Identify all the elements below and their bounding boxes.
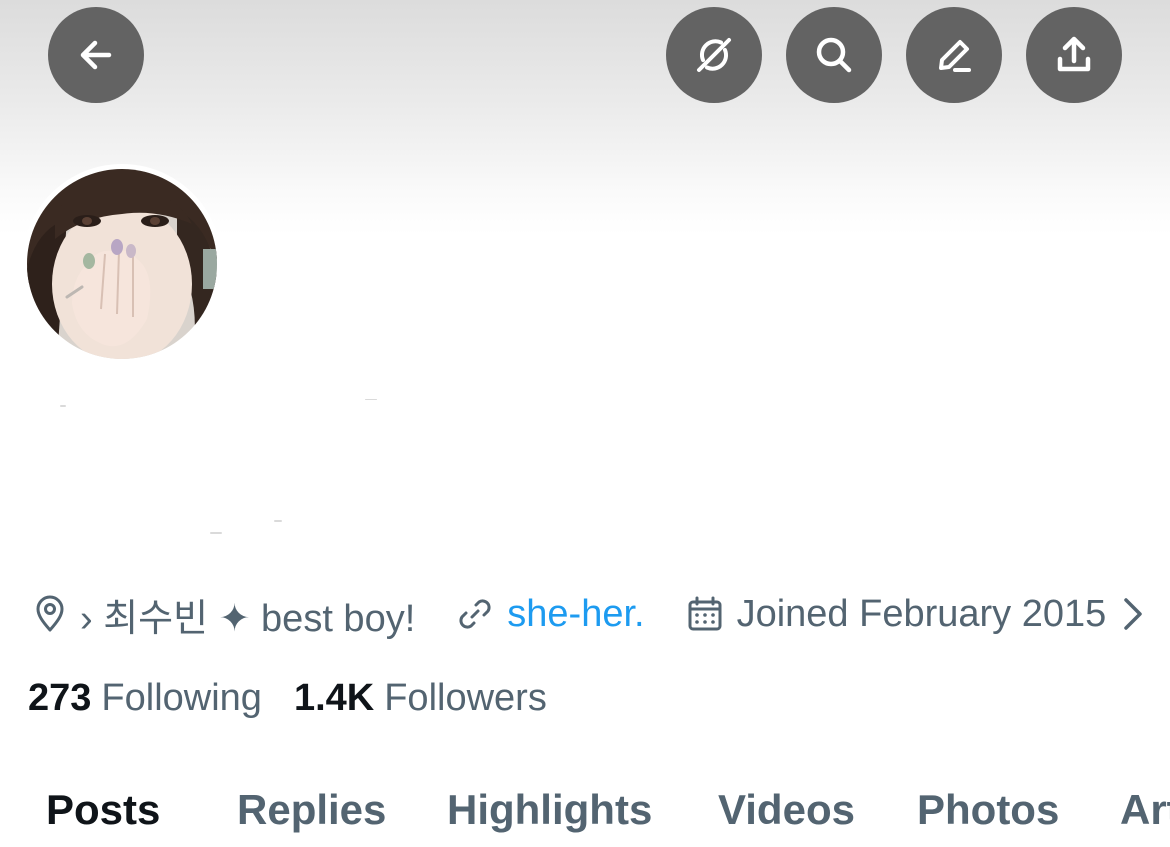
following-label: Following [101, 676, 262, 719]
tab-posts[interactable]: Posts [46, 786, 160, 834]
avatar[interactable] [22, 164, 222, 364]
pencil-icon [939, 40, 971, 72]
followers-label: Followers [384, 676, 547, 719]
edit-button[interactable] [906, 7, 1002, 103]
profile-tabs: Posts Replies Highlights Videos Photos A… [0, 778, 1170, 847]
grok-icon [697, 38, 731, 72]
joined-date: Joined February 2015 [736, 592, 1107, 635]
profile-page: › 최수빈 ✦ best boy! she-her. Joined Februa… [0, 0, 1170, 847]
location-icon [30, 594, 70, 634]
following-link[interactable]: 273 Following [28, 677, 262, 720]
followers-link[interactable]: 1.4K Followers [294, 677, 547, 720]
profile-meta: › 최수빈 ✦ best boy! she-her. Joined Februa… [30, 586, 1146, 642]
tab-replies[interactable]: Replies [237, 786, 386, 834]
followers-count: 1.4K [293, 676, 375, 719]
tab-videos[interactable]: Videos [718, 786, 855, 834]
profile-photo [27, 169, 217, 359]
chevron-right-icon[interactable] [1120, 594, 1146, 634]
bio-placeholder-2 [274, 520, 282, 522]
location-text: › 최수빈 ✦ best boy! [80, 597, 416, 640]
bio-placeholder [210, 532, 222, 534]
tab-photos[interactable]: Photos [917, 786, 1059, 834]
tab-highlights[interactable]: Highlights [447, 786, 652, 834]
back-button[interactable] [48, 7, 144, 103]
follow-stats: 273 Following 1.4K Followers [28, 673, 547, 723]
search-icon [816, 37, 852, 73]
share-button[interactable] [1026, 7, 1122, 103]
website-link[interactable]: she-her. [507, 593, 644, 636]
following-count: 273 [28, 676, 92, 719]
calendar-icon [685, 594, 725, 634]
name-placeholder [60, 405, 66, 407]
tab-articles[interactable]: Articles [1120, 786, 1170, 834]
link-icon [455, 594, 495, 634]
share-icon [1057, 36, 1091, 72]
handle-placeholder [365, 399, 377, 400]
search-button[interactable] [786, 7, 882, 103]
arrow-left-icon [80, 40, 112, 70]
grok-button[interactable] [666, 7, 762, 103]
